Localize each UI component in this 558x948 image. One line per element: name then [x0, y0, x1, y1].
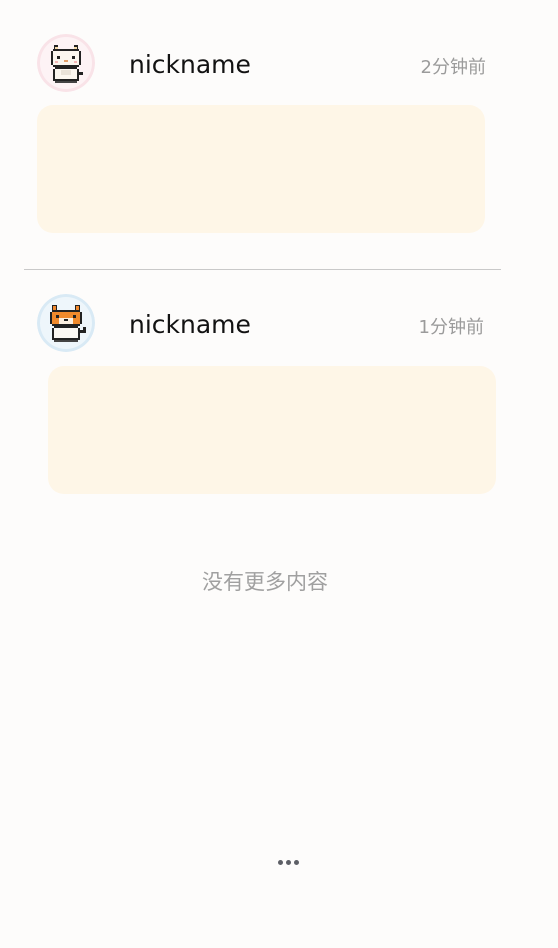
dot	[277, 859, 283, 865]
dot	[293, 859, 299, 865]
post-nickname[interactable]: nickname	[129, 50, 251, 80]
post-divider	[24, 269, 501, 270]
more-dots-icon[interactable]	[272, 851, 304, 873]
end-of-list-message: 没有更多内容	[202, 570, 328, 594]
post-timestamp: 1分钟前	[418, 317, 484, 338]
post-content-card[interactable]	[37, 105, 485, 233]
post-timestamp: 2分钟前	[420, 57, 486, 78]
avatar[interactable]	[37, 34, 95, 92]
post-nickname[interactable]: nickname	[129, 310, 251, 340]
pixel-cat-avatar-icon	[37, 34, 95, 92]
pixel-fox-avatar-icon	[37, 294, 95, 352]
dot	[285, 859, 291, 865]
post-content-card[interactable]	[48, 366, 496, 494]
avatar[interactable]	[37, 294, 95, 352]
